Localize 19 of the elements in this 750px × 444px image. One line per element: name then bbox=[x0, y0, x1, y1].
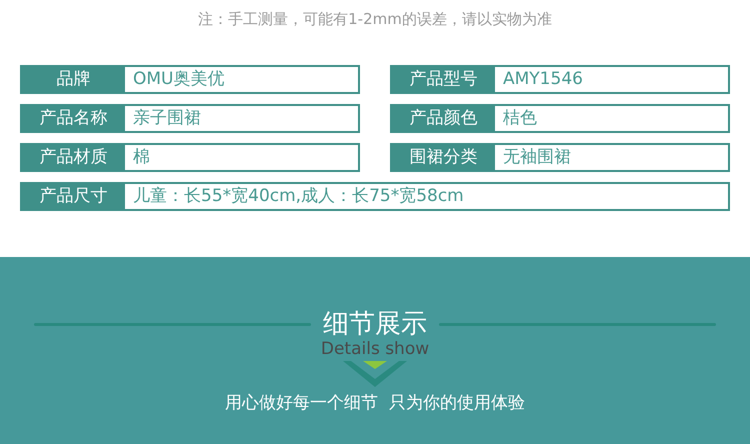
spec-label: 围裙分类 bbox=[392, 145, 495, 170]
spec-label: 产品尺寸 bbox=[22, 184, 125, 209]
section-subtitle: Details show bbox=[320, 339, 430, 359]
section-title: 细节展示 bbox=[323, 309, 427, 339]
spec-label: 产品颜色 bbox=[392, 106, 495, 131]
spec-value: AMY1546 bbox=[502, 68, 583, 91]
spec-label: 产品材质 bbox=[22, 145, 125, 170]
spec-label: 产品型号 bbox=[392, 67, 495, 92]
spec-value: 棉 bbox=[132, 146, 150, 169]
spec-label: 产品名称 bbox=[22, 106, 125, 131]
chevron-icon bbox=[343, 361, 407, 387]
spec-value: 无袖围裙 bbox=[502, 146, 571, 169]
spec-value: 儿童：长55*宽40cm,成人：长75*宽58cm bbox=[132, 184, 464, 208]
section-tagline: 用心做好每一个细节 只为你的使用体验 bbox=[225, 392, 525, 415]
measurement-note: 注：手工测量，可能有1-2mm的误差，请以实物为准 bbox=[198, 8, 552, 30]
spec-value: OMU奥美优 bbox=[132, 68, 224, 91]
spec-value: 亲子围裙 bbox=[132, 106, 201, 130]
spec-value: 桔色 bbox=[502, 106, 537, 130]
spec-label: 品牌 bbox=[22, 67, 125, 92]
